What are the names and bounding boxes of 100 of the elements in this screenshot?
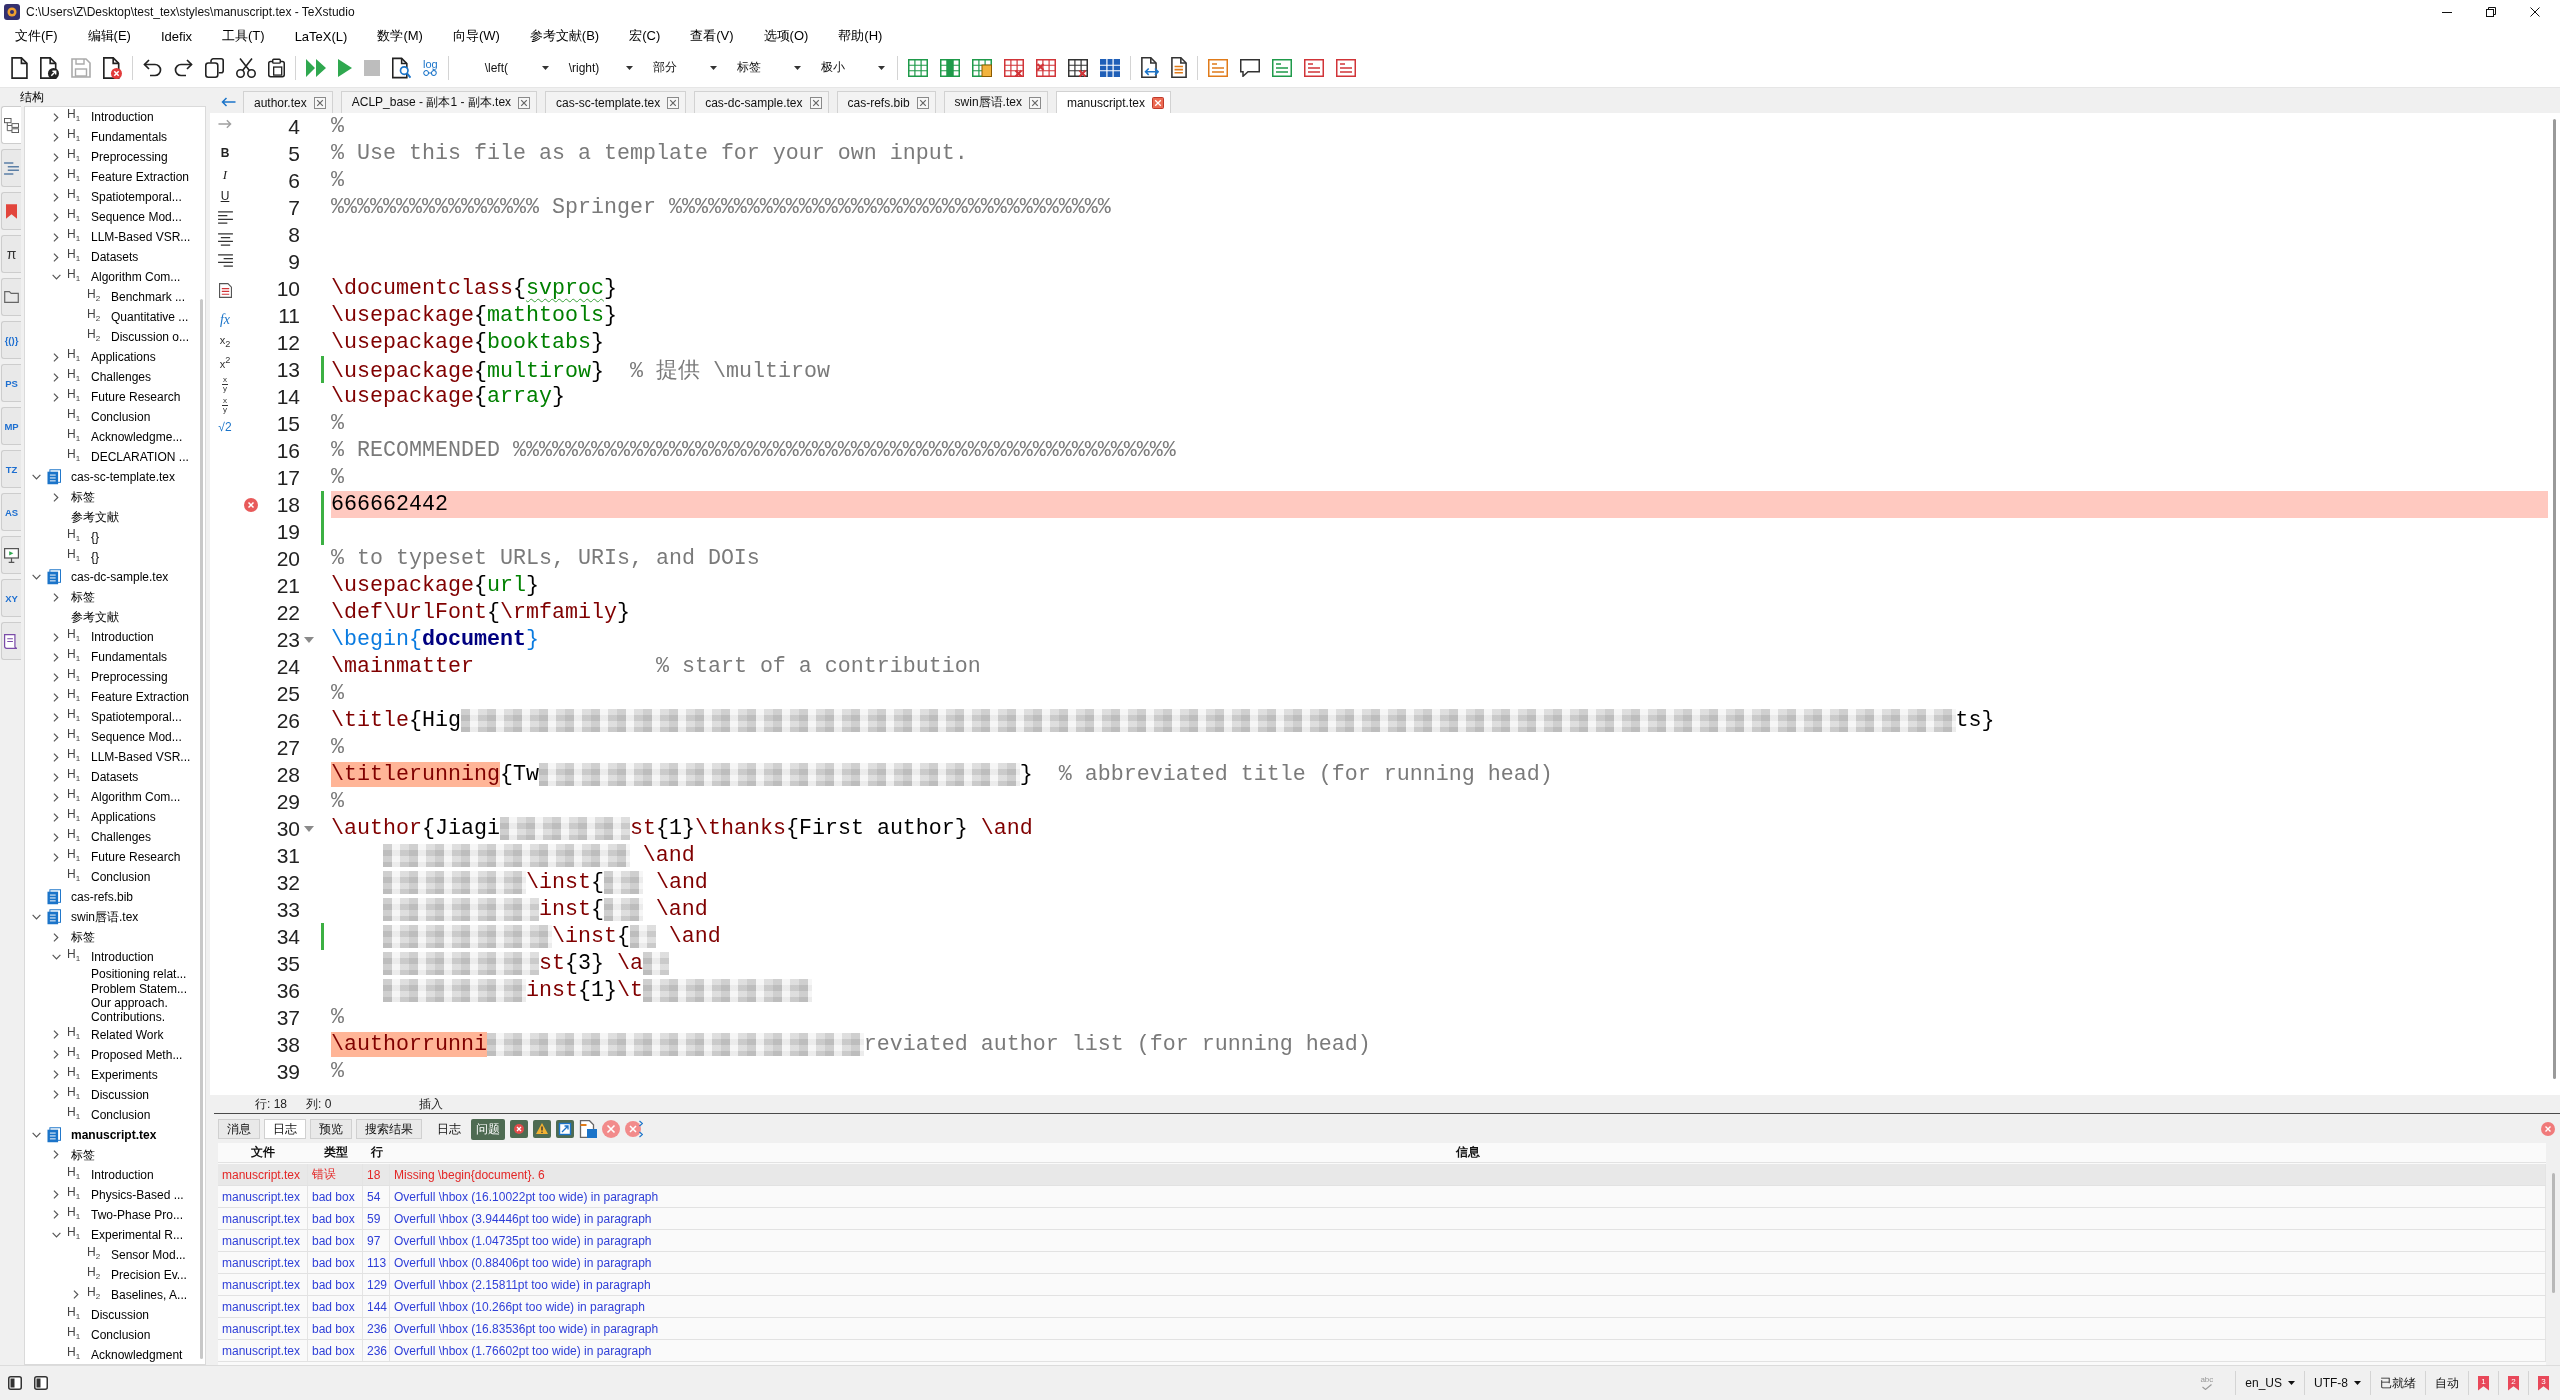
tree-item[interactable]: Contributions. <box>91 1010 166 1025</box>
tree-item[interactable]: Conclusion <box>91 1327 151 1342</box>
chevron-right-icon[interactable] <box>53 1150 59 1160</box>
tree-item[interactable]: 标签 <box>71 930 95 944</box>
editor-tab[interactable]: swin唇语.tex <box>943 91 1048 113</box>
tree-item[interactable]: Sequence Mod... <box>91 210 182 224</box>
double-play-icon[interactable] <box>306 58 326 77</box>
chevron-right-icon[interactable] <box>53 652 59 662</box>
text-frame-icon[interactable] <box>1271 58 1292 77</box>
bookmark-button[interactable]: 3 <box>2538 1375 2549 1391</box>
chevron-right-icon[interactable] <box>53 132 59 142</box>
panel-tab[interactable]: 搜索结果 <box>356 1119 422 1139</box>
log-row[interactable]: manuscript.tex bad box 144 Overfull \hbox (10.266pt too wide) in paragraph <box>218 1296 2546 1318</box>
tree-item[interactable]: cas-refs.bib <box>71 890 134 904</box>
panel-tab[interactable]: 预览 <box>310 1119 352 1139</box>
tree-item[interactable]: Algorithm Com... <box>91 790 181 804</box>
dropdown[interactable]: \left( <box>474 55 555 80</box>
chevron-right-icon[interactable] <box>53 792 59 802</box>
chevron-right-icon[interactable] <box>53 232 59 242</box>
menu-item[interactable]: 选项(O) <box>748 27 824 45</box>
log-row[interactable]: manuscript.tex bad box 54 Overfull \hbox (16.10022pt too wide) in paragraph <box>218 1186 2546 1208</box>
warning-filter-icon[interactable] <box>533 1120 551 1138</box>
tree-item[interactable]: Related Work <box>91 1027 164 1042</box>
sidebar-tab[interactable] <box>1 536 21 574</box>
tree-item[interactable]: Fundamentals <box>91 650 168 664</box>
tree-item[interactable]: Introduction <box>91 630 154 644</box>
document-arrow-icon[interactable] <box>40 56 59 79</box>
tree-item[interactable]: Feature Extraction <box>91 690 190 704</box>
chevron-right-icon[interactable] <box>53 672 59 682</box>
tree-item[interactable]: 参考文献 <box>71 510 119 524</box>
tree-item[interactable]: cas-sc-template.tex <box>71 470 176 484</box>
table-filled-icon[interactable] <box>1099 58 1120 77</box>
tree-item[interactable]: Baselines, A... <box>111 1287 188 1302</box>
panel-toggle-icon[interactable] <box>8 1376 22 1390</box>
editor-tab[interactable]: cas-dc-sample.tex <box>694 91 829 113</box>
tree-item[interactable]: Challenges <box>91 370 152 384</box>
editor-tab[interactable]: cas-sc-template.tex <box>545 91 687 113</box>
new-document-icon[interactable] <box>11 56 28 79</box>
table-delete-column-icon[interactable] <box>1035 58 1056 77</box>
tree-item[interactable]: cas-dc-sample.tex <box>71 570 169 584</box>
tree-item[interactable]: {} <box>91 530 99 544</box>
menu-item[interactable]: 数学(M) <box>362 27 438 45</box>
align-center-icon[interactable] <box>217 232 233 246</box>
tree-item[interactable]: Problem Statem... <box>91 981 188 996</box>
tree-item[interactable]: Discussion o... <box>111 330 190 344</box>
tree-item[interactable]: Introduction <box>91 1167 154 1182</box>
underline-button[interactable]: U <box>220 189 230 204</box>
chevron-right-icon[interactable] <box>53 812 59 822</box>
clipboard-icon[interactable] <box>268 57 285 78</box>
sidebar-tab[interactable] <box>1 622 21 660</box>
dropdown[interactable]: 标签 <box>726 55 807 80</box>
tree-item[interactable]: Proposed Meth... <box>91 1047 183 1062</box>
chevron-right-icon[interactable] <box>53 1090 59 1100</box>
menu-item[interactable]: 编辑(E) <box>72 27 146 45</box>
close-icon[interactable] <box>2530 7 2540 17</box>
log-row[interactable]: manuscript.tex bad box 129 Overfull \hbox (2.15811pt too wide) in paragraph <box>218 1274 2546 1296</box>
menu-item[interactable]: 向导(W) <box>437 27 515 45</box>
log-row[interactable]: manuscript.tex 错误 18 Missing \begin{document}. 6 <box>218 1164 2546 1186</box>
chevron-right-icon[interactable] <box>53 112 59 122</box>
undo-icon[interactable] <box>143 58 162 77</box>
arrow-left-icon[interactable] <box>221 97 236 107</box>
document-edit-icon[interactable] <box>579 1120 597 1138</box>
tree-item[interactable]: Preprocessing <box>91 670 168 684</box>
encoding-dropdown[interactable]: UTF-8 <box>2304 1371 2370 1395</box>
sidebar-tab[interactable]: MP <box>1 407 21 445</box>
menu-item[interactable]: 帮助(H) <box>823 27 898 45</box>
menu-item[interactable]: 宏(C) <box>614 27 676 45</box>
chevron-right-icon[interactable] <box>53 852 59 862</box>
tree-item[interactable]: Spatiotemporal... <box>91 710 182 724</box>
tree-item[interactable]: Conclusion <box>91 870 151 884</box>
table-clipboard-icon[interactable] <box>971 58 992 77</box>
restore-icon[interactable] <box>2486 7 2496 17</box>
speech-bubble-icon[interactable] <box>1239 58 1260 77</box>
chevron-right-icon[interactable] <box>53 632 59 642</box>
italic-button[interactable]: I <box>222 166 228 183</box>
root-button[interactable]: √2 <box>218 420 232 435</box>
chevron-down-icon[interactable] <box>31 574 41 580</box>
tree-item[interactable]: Future Research <box>91 850 181 864</box>
chevron-right-icon[interactable] <box>53 1070 59 1080</box>
log-row[interactable]: manuscript.tex bad box 59 Overfull \hbox (3.94446pt too wide) in paragraph <box>218 1208 2546 1230</box>
editor-tab[interactable]: author.tex <box>243 91 333 113</box>
chevron-down-icon[interactable] <box>51 1231 61 1238</box>
bookmark-button[interactable]: 2 <box>2508 1375 2519 1391</box>
minimize-icon[interactable] <box>2442 11 2452 13</box>
tree-item[interactable]: LLM-Based VSR... <box>91 750 191 764</box>
bookmark-button[interactable]: 1 <box>2478 1375 2489 1391</box>
redo-icon[interactable] <box>174 58 193 77</box>
box-arrow-icon[interactable] <box>556 1120 574 1138</box>
script-button[interactable]: x$^{2}$ <box>219 355 231 371</box>
chevron-right-icon[interactable] <box>53 592 59 602</box>
tree-item[interactable]: Sensor Mod... <box>111 1247 186 1262</box>
align-left-icon[interactable] <box>217 211 233 225</box>
chevron-right-icon[interactable] <box>53 352 59 362</box>
tree-item[interactable]: {} <box>91 550 99 564</box>
menu-item[interactable]: Idefix <box>145 28 208 44</box>
tree-item[interactable]: Positioning relat... <box>91 967 187 982</box>
dropdown[interactable]: 极小 <box>810 55 891 80</box>
menu-item[interactable]: 工具(T) <box>207 27 280 45</box>
tree-item[interactable]: Discussion <box>91 1087 150 1102</box>
chevron-right-icon[interactable] <box>53 692 59 702</box>
